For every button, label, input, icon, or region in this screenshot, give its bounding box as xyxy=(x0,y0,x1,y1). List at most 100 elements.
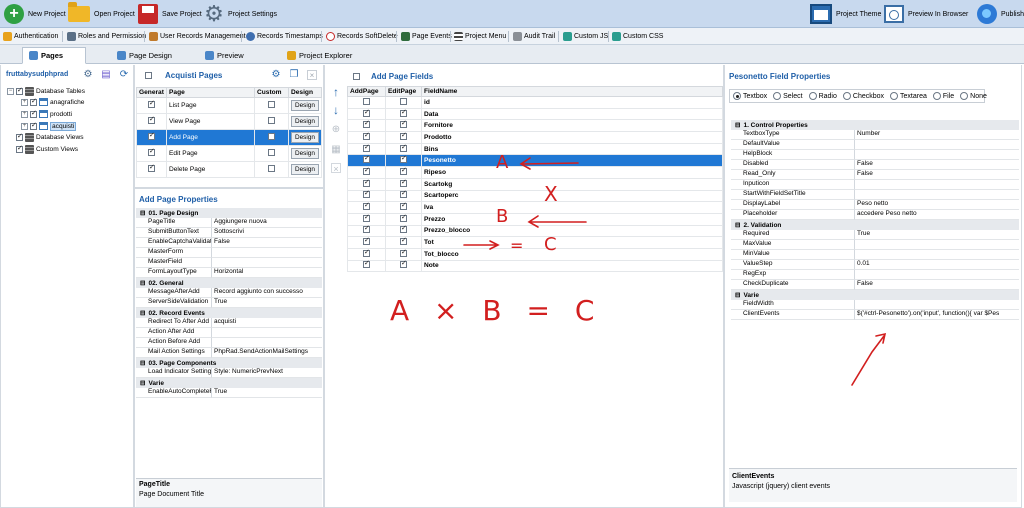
property-row[interactable]: TextboxType Number xyxy=(731,130,1019,140)
preview-in-browser-button[interactable]: Preview In Browser xyxy=(884,2,968,26)
generate-checkbox[interactable] xyxy=(148,163,155,172)
editpage-checkbox[interactable] xyxy=(400,178,407,187)
category-record-events[interactable]: ⊟ 02. Record Events xyxy=(136,308,322,318)
table-list-icon[interactable]: ▤ xyxy=(101,70,111,80)
custom-checkbox[interactable] xyxy=(268,101,275,108)
records-timestamps-button[interactable]: Records Timestamps xyxy=(246,30,323,43)
property-row[interactable]: Placeholder accedere Peso netto xyxy=(731,210,1019,220)
field-row[interactable]: Tot xyxy=(347,236,723,249)
custom-js-button[interactable]: Custom JS xyxy=(563,30,608,43)
property-row[interactable]: CheckDuplicate False xyxy=(731,280,1019,290)
field-row[interactable]: Prezzo xyxy=(347,213,723,226)
project-settings-button[interactable]: ⚙ Project Settings xyxy=(204,2,277,26)
design-button[interactable]: Design xyxy=(291,116,319,127)
addpage-checkbox[interactable] xyxy=(363,236,370,246)
move-up-icon[interactable]: ↑ xyxy=(331,86,341,98)
addpage-checkbox[interactable] xyxy=(363,97,370,105)
property-row[interactable]: DisplayLabel Peso netto xyxy=(731,200,1019,210)
field-row[interactable]: Scartoperc xyxy=(347,189,723,203)
property-row[interactable]: EnableCaptchaValidationFalse xyxy=(136,238,322,248)
editpage-checkbox[interactable] xyxy=(400,224,407,234)
new-project-button[interactable]: + New Project xyxy=(4,2,66,26)
category-control-properties[interactable]: ⊟ 1. Control Properties xyxy=(731,120,1019,130)
editpage-checkbox[interactable] xyxy=(400,201,407,211)
field-row[interactable]: Prezzo_blocco xyxy=(347,224,723,238)
editpage-checkbox[interactable] xyxy=(400,108,407,117)
editpage-checkbox[interactable] xyxy=(400,213,407,222)
custom-checkbox[interactable] xyxy=(268,165,275,172)
records-softdelete-button[interactable]: Records SoftDelete xyxy=(326,30,398,43)
field-row[interactable]: id xyxy=(347,96,723,109)
page-events-button[interactable]: Page Events xyxy=(401,30,452,43)
generate-checkbox[interactable] xyxy=(148,99,155,108)
property-row[interactable]: DefaultValue xyxy=(731,140,1019,150)
field-row[interactable]: Note xyxy=(347,259,723,273)
field-row[interactable]: Iva xyxy=(347,201,723,214)
tab-preview[interactable]: Preview xyxy=(198,47,251,64)
user-records-button[interactable]: User Records Management xyxy=(149,30,246,43)
type-file-radio[interactable]: File xyxy=(932,92,954,100)
tab-pages[interactable]: Pages xyxy=(22,47,86,64)
table-row-selected[interactable]: Add Page Design xyxy=(136,129,322,146)
tab-project-explorer[interactable]: Project Explorer xyxy=(280,47,359,64)
remove-field-icon[interactable]: × xyxy=(331,163,341,174)
property-row[interactable]: Disabled False xyxy=(731,160,1019,170)
category-page-components[interactable]: ⊟ 03. Page Components xyxy=(136,358,322,368)
editpage-checkbox[interactable] xyxy=(400,259,407,269)
addpage-checkbox[interactable] xyxy=(363,178,370,187)
save-project-button[interactable]: Save Project xyxy=(138,2,202,26)
type-textbox-radio[interactable]: Textbox xyxy=(733,92,767,100)
table-row[interactable]: Delete Page Design xyxy=(136,161,322,178)
addpage-checkbox[interactable] xyxy=(363,224,370,234)
table-row[interactable]: List Page Design xyxy=(136,97,322,114)
custom-checkbox[interactable] xyxy=(268,149,275,156)
tree-checkbox[interactable] xyxy=(16,86,23,95)
property-row[interactable]: FieldWidth xyxy=(731,300,1019,310)
select-all-pages-checkbox[interactable] xyxy=(145,72,152,79)
addpage-checkbox[interactable] xyxy=(363,131,370,140)
tree-table-acquisti[interactable]: + acquisti xyxy=(21,121,77,131)
project-menu-button[interactable]: Project Menu xyxy=(454,30,506,43)
addpage-checkbox[interactable] xyxy=(363,166,370,175)
property-row[interactable]: MessageAfterAdd Record aggiunto con succe… xyxy=(136,288,322,298)
property-row[interactable]: Action After Add xyxy=(136,328,322,338)
custom-checkbox[interactable] xyxy=(268,133,275,140)
editpage-checkbox[interactable] xyxy=(400,189,407,199)
property-row[interactable]: SubmitButtonText Sottoscrivi xyxy=(136,228,322,238)
audit-trail-button[interactable]: Audit Trail xyxy=(513,30,555,43)
tree-custom-views[interactable]: Custom Views xyxy=(16,144,78,154)
type-checkbox-radio[interactable]: Checkbox xyxy=(842,92,884,100)
generate-checkbox[interactable] xyxy=(148,147,155,156)
addpage-checkbox[interactable] xyxy=(363,201,370,211)
field-row[interactable]: Fornitore xyxy=(347,119,723,133)
property-row[interactable]: PageTitle Aggiungere nuova xyxy=(136,218,322,228)
type-none-radio[interactable]: None xyxy=(960,92,987,100)
tree-checkbox[interactable] xyxy=(16,132,23,141)
property-row[interactable]: Load Indicator Settings Style: NumericPre… xyxy=(136,368,322,378)
editpage-checkbox[interactable] xyxy=(400,166,407,175)
design-button[interactable]: Design xyxy=(291,132,319,143)
property-row[interactable]: Mail Action Settings PhpRad.SendActionMai… xyxy=(136,348,322,358)
project-theme-button[interactable]: Project Theme xyxy=(810,2,881,26)
open-project-button[interactable]: Open Project xyxy=(68,2,135,26)
property-row[interactable]: FormLayoutType Horizontal xyxy=(136,268,322,278)
field-row-selected[interactable]: Pesonetto xyxy=(347,154,723,168)
design-button[interactable]: Design xyxy=(291,164,319,175)
field-settings-icon[interactable]: ▦ xyxy=(331,145,341,155)
close-icon[interactable]: × xyxy=(307,70,317,80)
tree-database-tables[interactable]: − Database Tables xyxy=(7,86,85,96)
tree-table-anagrafiche[interactable]: + anagrafiche xyxy=(21,97,84,107)
type-textarea-radio[interactable]: Textarea xyxy=(890,92,927,100)
tree-database-views[interactable]: Database Views xyxy=(16,132,84,142)
property-row[interactable]: Redirect To After Add acquisti xyxy=(136,318,322,328)
property-row[interactable]: MinValue xyxy=(731,250,1019,260)
addpage-checkbox[interactable] xyxy=(363,189,370,199)
property-row[interactable]: Inputicon xyxy=(731,180,1019,190)
addpage-checkbox[interactable] xyxy=(363,108,370,117)
roles-permission-button[interactable]: Roles and Permission xyxy=(67,30,146,43)
property-row[interactable]: ServerSideValidation True xyxy=(136,298,322,308)
property-row[interactable]: MasterForm xyxy=(136,248,322,258)
addpage-checkbox[interactable] xyxy=(363,259,370,269)
generate-checkbox[interactable] xyxy=(148,115,155,124)
publish-button[interactable]: Publish xyxy=(977,2,1024,26)
